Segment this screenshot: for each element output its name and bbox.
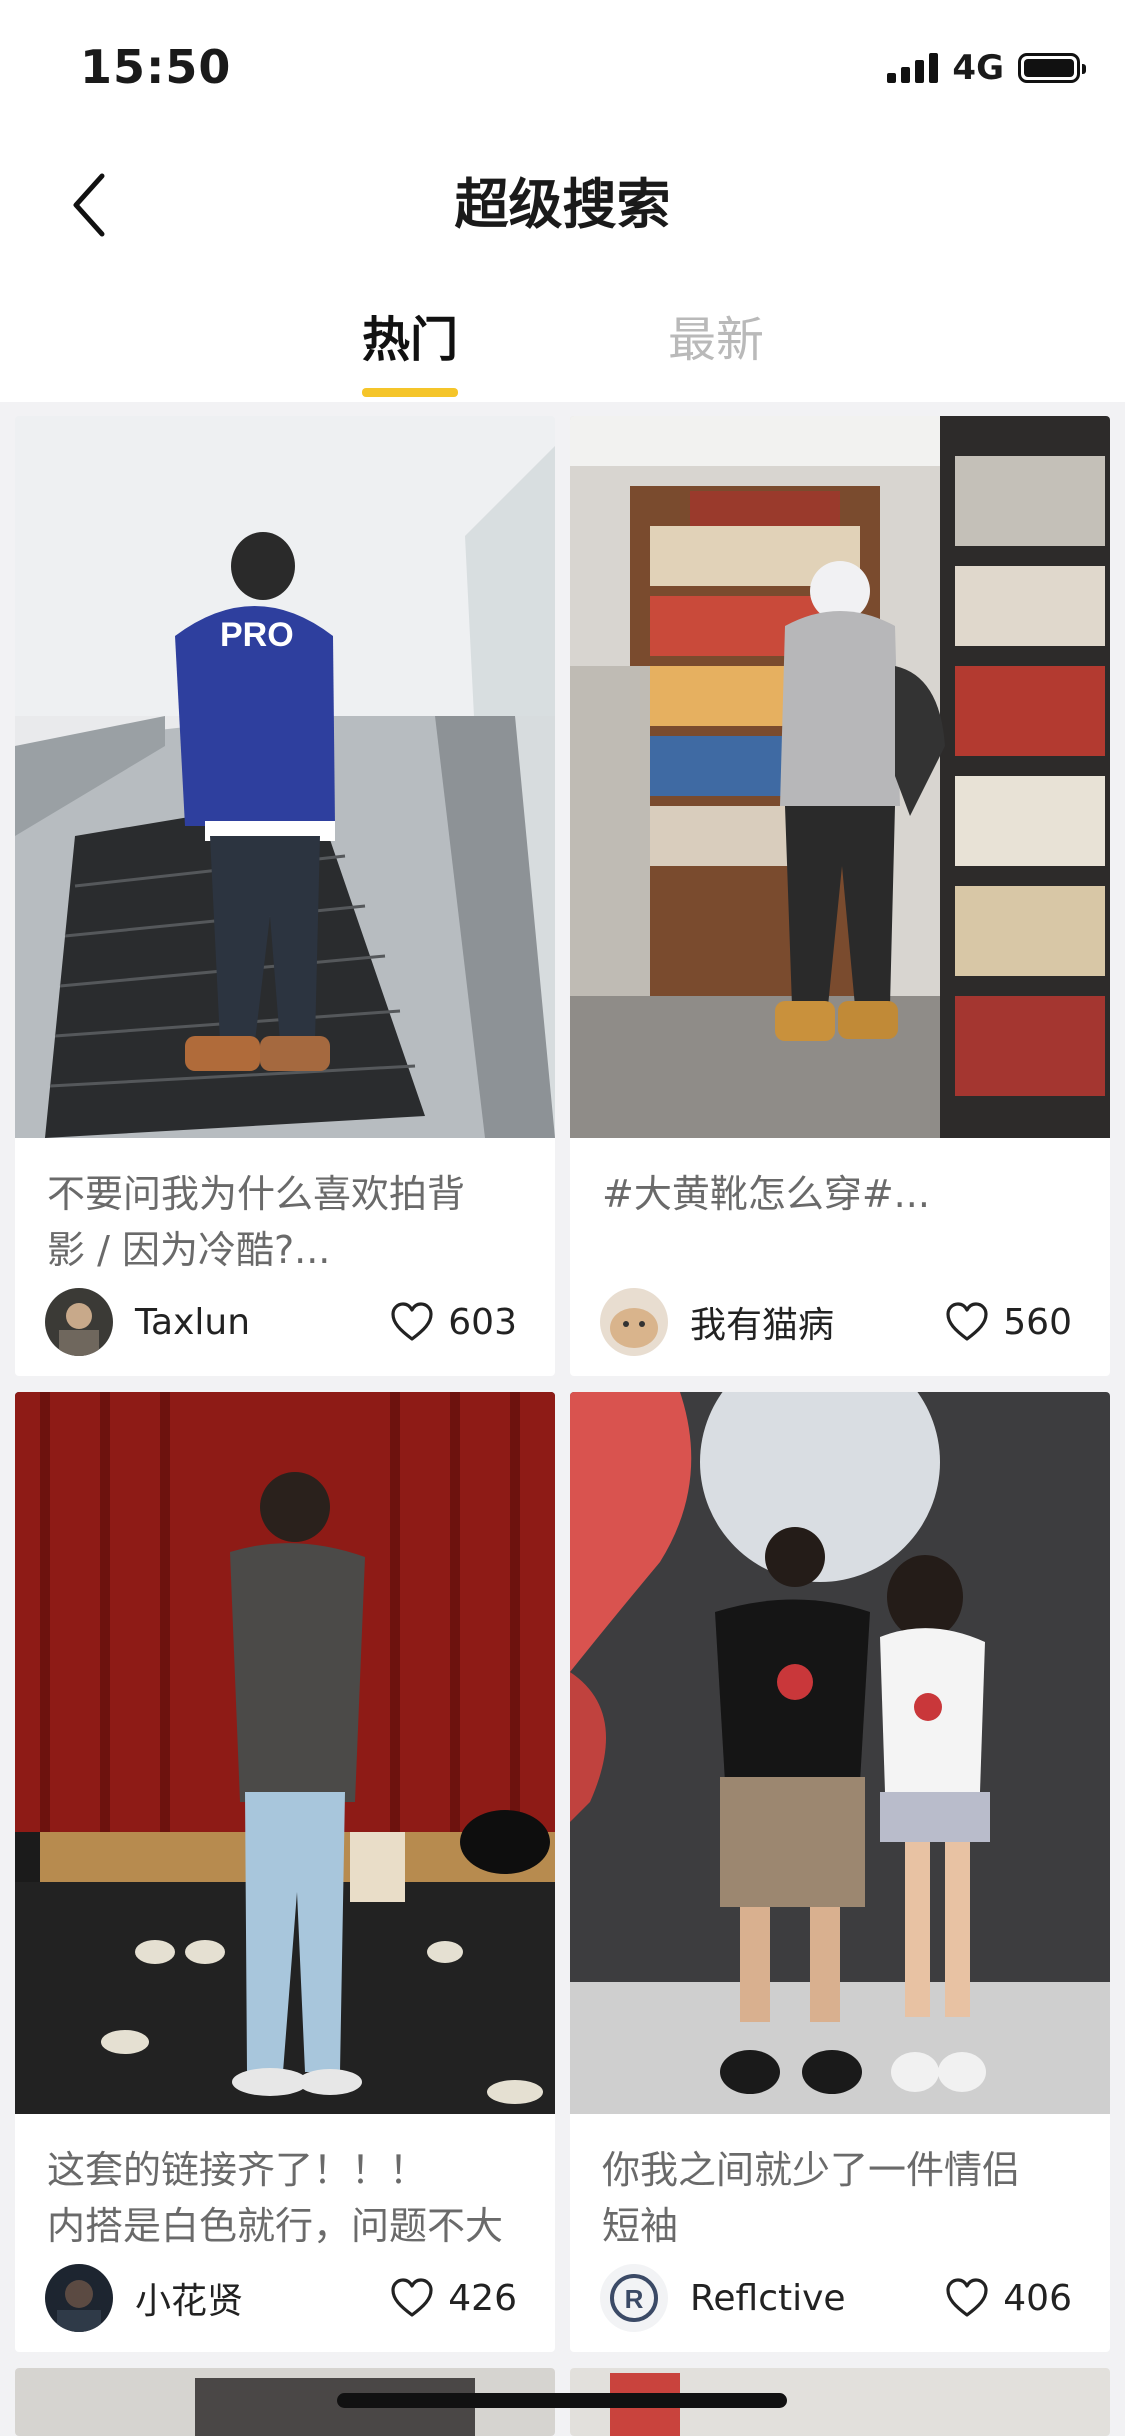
heart-icon bbox=[391, 1302, 433, 1341]
post-card[interactable]: 这套的链接齐了！！！ 内搭是白色就行，问题不大 小花贤 426 bbox=[15, 1392, 555, 2352]
status-time: 15:50 bbox=[80, 40, 232, 94]
svg-text:R: R bbox=[625, 2284, 644, 2314]
post-footer: 我有猫病 560 bbox=[600, 1286, 1072, 1358]
heart-icon bbox=[391, 2278, 433, 2317]
like-count: 406 bbox=[1003, 2277, 1072, 2319]
like-count: 603 bbox=[448, 1301, 517, 1343]
heart-icon bbox=[946, 1302, 988, 1341]
status-bar: 15:50 4G bbox=[0, 0, 1125, 135]
page-title: 超级搜索 bbox=[454, 173, 671, 236]
signal-icon bbox=[887, 53, 939, 83]
post-footer: Taxlun 603 bbox=[45, 1286, 517, 1358]
author-name[interactable]: Taxlun bbox=[135, 1302, 390, 1343]
author-name[interactable]: Reflctive bbox=[690, 2278, 945, 2319]
author-name[interactable]: 我有猫病 bbox=[690, 1296, 945, 1348]
post-caption: #大黄靴怎么穿#... bbox=[602, 1172, 930, 1216]
post-photo[interactable] bbox=[570, 1392, 1110, 2114]
like-button[interactable]: 603 bbox=[390, 1302, 517, 1343]
post-caption: 你我之间就少了一件情侣 短袖 bbox=[602, 2148, 1021, 2248]
svg-text:PRO: PRO bbox=[220, 616, 294, 654]
post-card[interactable]: #大黄靴怎么穿#... 我有猫病 560 bbox=[570, 416, 1110, 1376]
post-caption: 不要问我为什么喜欢拍背影 / 因为冷酷?... bbox=[47, 1172, 466, 1272]
post-photo[interactable] bbox=[15, 1392, 555, 2114]
home-indicator[interactable] bbox=[337, 2393, 787, 2408]
like-button[interactable]: 426 bbox=[390, 2278, 517, 2319]
like-button[interactable]: 560 bbox=[945, 1302, 1072, 1343]
avatar[interactable] bbox=[45, 2264, 113, 2332]
post-card[interactable]: 你我之间就少了一件情侣 短袖 R Reflctive 406 bbox=[570, 1392, 1110, 2352]
tab-hot[interactable]: 热门 bbox=[330, 300, 490, 370]
post-photo[interactable]: PRO bbox=[15, 416, 555, 1138]
page: 15:50 4G 超级搜索 热门 最新 PRO 不要问我为什么喜欢拍背 影 / … bbox=[0, 0, 1125, 2436]
avatar[interactable] bbox=[600, 1288, 668, 1356]
avatar[interactable]: R bbox=[600, 2264, 668, 2332]
status-indicators: 4G bbox=[887, 48, 1086, 88]
post-card[interactable]: PRO 不要问我为什么喜欢拍背影 / 因为冷酷?... Taxlun 603 bbox=[15, 416, 555, 1376]
network-type: 4G bbox=[952, 48, 1004, 88]
tab-new[interactable]: 最新 bbox=[636, 300, 796, 370]
post-footer: 小花贤 426 bbox=[45, 2262, 517, 2334]
tab-bar: 热门 最新 bbox=[0, 270, 1125, 402]
like-button[interactable]: 406 bbox=[945, 2278, 1072, 2319]
post-caption: 这套的链接齐了！！！ 内搭是白色就行，问题不大 bbox=[47, 2148, 504, 2248]
post-photo[interactable] bbox=[570, 416, 1110, 1138]
nav-bar: 超级搜索 bbox=[0, 135, 1125, 270]
like-count: 426 bbox=[448, 2277, 517, 2319]
avatar[interactable] bbox=[45, 1288, 113, 1356]
heart-icon bbox=[946, 2278, 988, 2317]
author-name[interactable]: 小花贤 bbox=[135, 2272, 390, 2324]
battery-icon bbox=[1018, 53, 1086, 83]
like-count: 560 bbox=[1003, 1301, 1072, 1343]
post-footer: R Reflctive 406 bbox=[600, 2262, 1072, 2334]
active-tab-indicator bbox=[362, 388, 458, 397]
